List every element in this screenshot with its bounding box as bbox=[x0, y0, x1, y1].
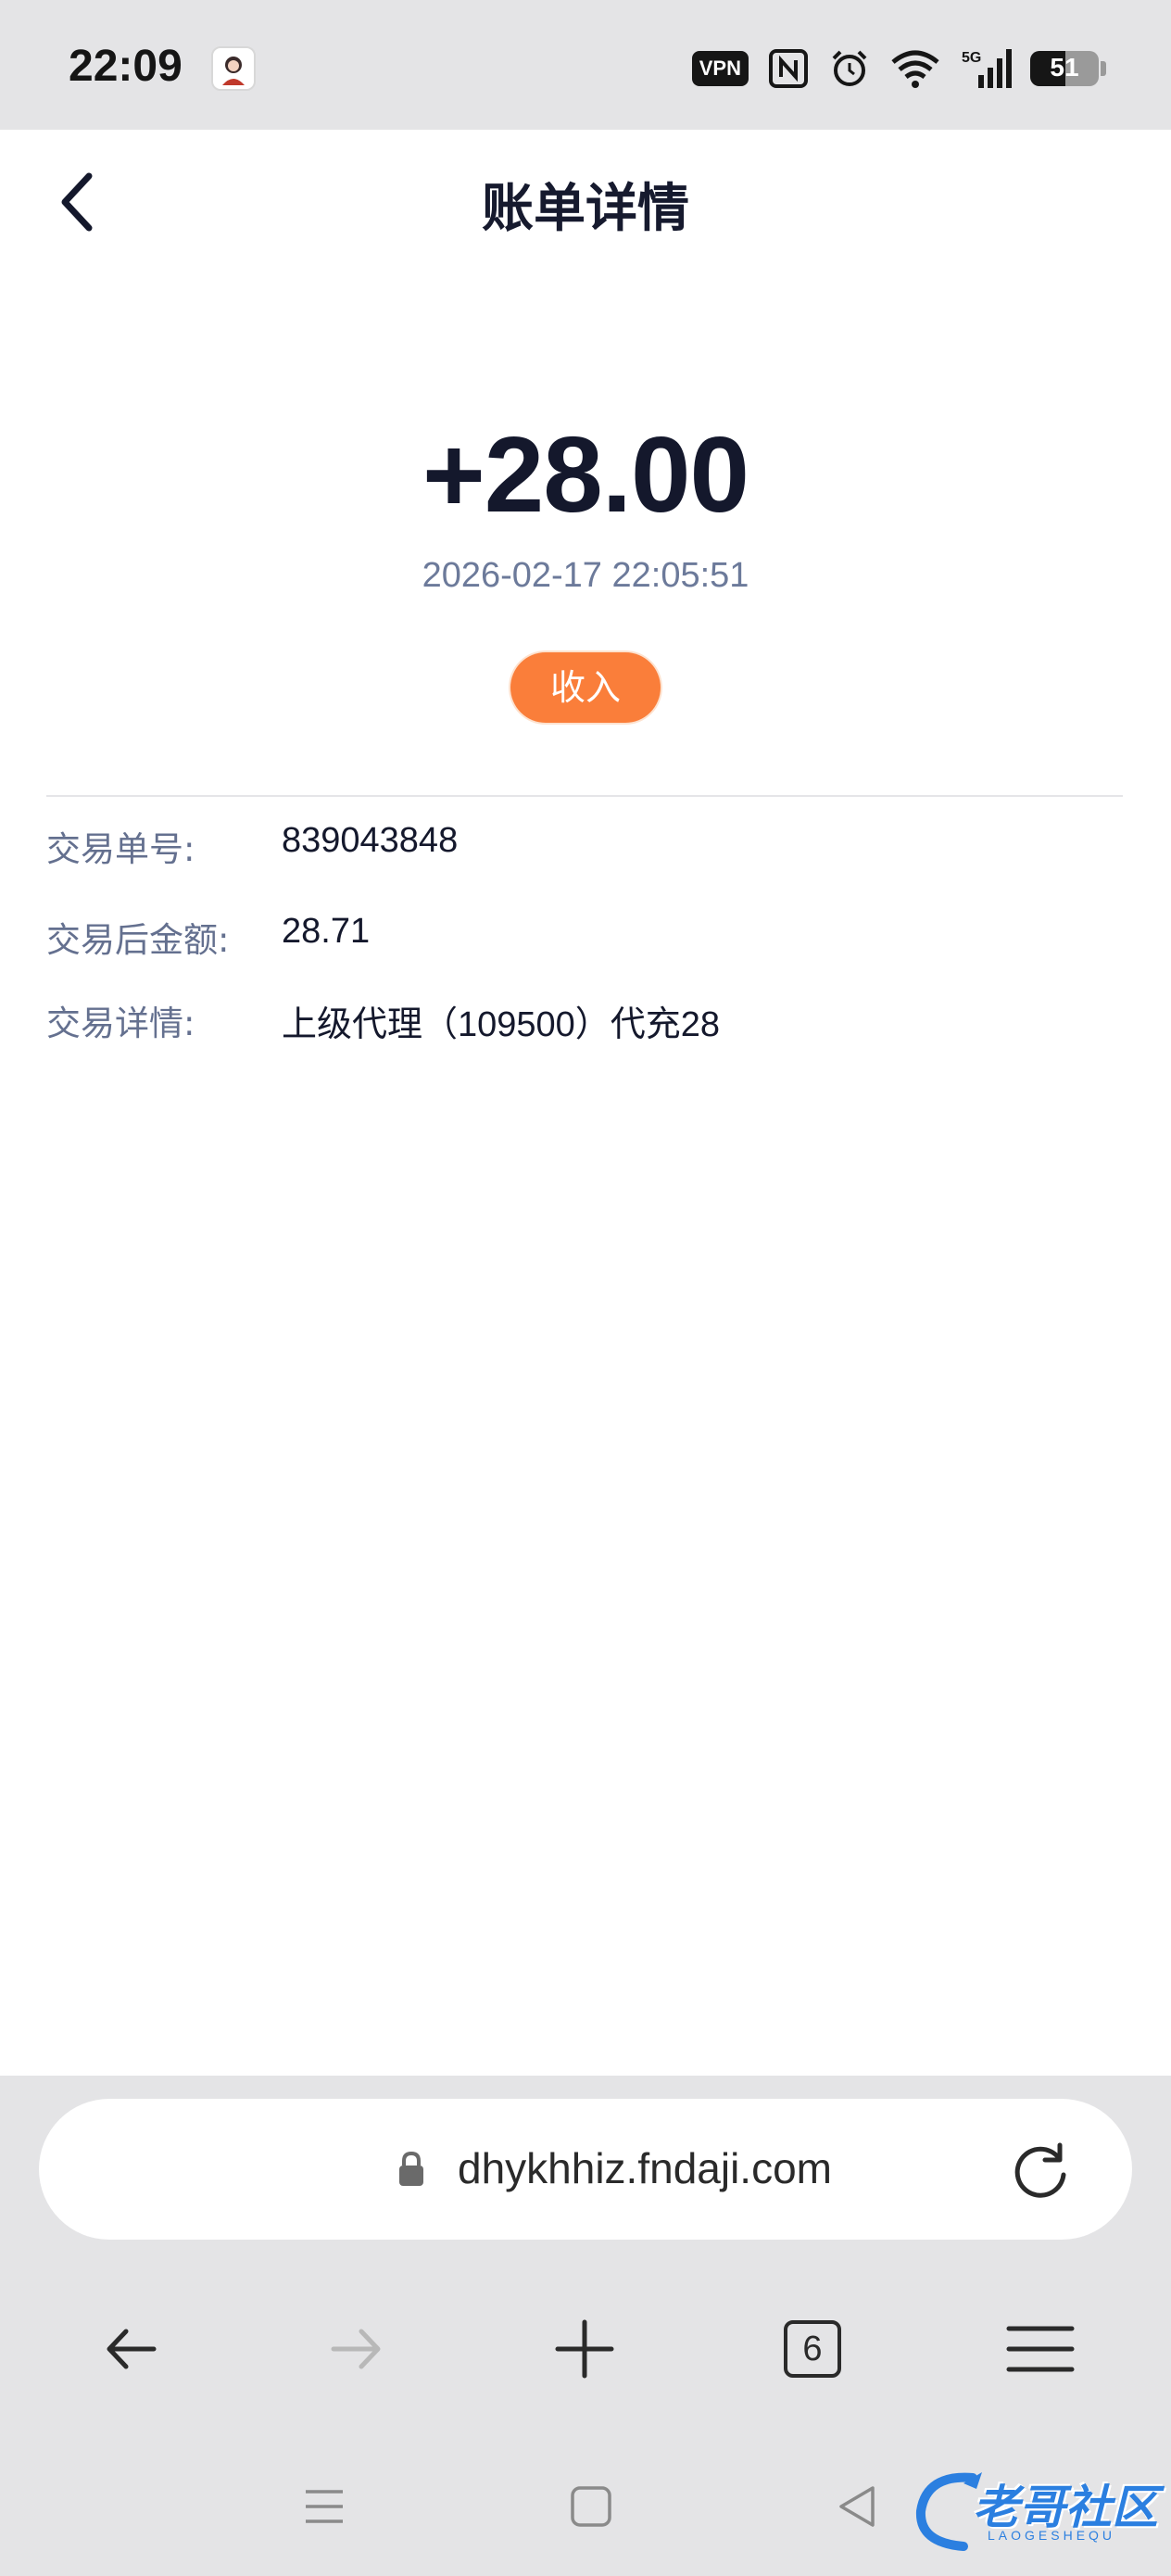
home-icon[interactable] bbox=[563, 2479, 619, 2534]
battery-level: 51 bbox=[1050, 53, 1079, 82]
battery-cap bbox=[1101, 61, 1106, 76]
browser-forward-button[interactable] bbox=[306, 2298, 408, 2400]
arrow-right-icon bbox=[331, 2329, 381, 2369]
detail-row-description: 交易详情: 上级代理（109500）代充28 bbox=[46, 995, 1121, 1051]
browser-nav: 6 bbox=[0, 2298, 1171, 2400]
battery-icon: 51 bbox=[1030, 51, 1099, 86]
watermark-subtext: LAOGESHEQU bbox=[988, 2528, 1116, 2543]
svg-text:5G: 5G bbox=[962, 50, 981, 66]
watermark-logo: 老哥社区 LAOGESHEQU bbox=[908, 2465, 1158, 2557]
tabs-button[interactable]: 6 bbox=[762, 2298, 863, 2400]
url-text: dhykhhiz.fndaji.com bbox=[458, 2144, 832, 2192]
new-tab-button[interactable] bbox=[534, 2298, 636, 2400]
reload-icon[interactable] bbox=[1008, 2138, 1073, 2203]
detail-label: 交易详情: bbox=[46, 1004, 195, 1043]
transaction-datetime: 2026-02-17 22:05:51 bbox=[422, 556, 749, 595]
status-icons: VPN 5G 51 bbox=[691, 44, 1106, 93]
signal-5g-icon: 5G bbox=[962, 49, 1012, 88]
app-header: 账单详情 bbox=[0, 130, 1171, 269]
transaction-amount: +28.00 bbox=[422, 414, 749, 535]
nfc-icon bbox=[769, 49, 808, 88]
recent-apps-icon[interactable] bbox=[296, 2479, 352, 2534]
lock-icon bbox=[399, 2151, 423, 2186]
detail-row-balance-after: 交易后金额: 28.71 bbox=[46, 912, 1121, 967]
alarm-icon bbox=[832, 50, 867, 86]
detail-row-order-number: 交易单号: 839043848 bbox=[46, 821, 1121, 877]
detail-label: 交易单号: bbox=[46, 829, 195, 869]
status-time: 22:09 bbox=[69, 42, 183, 91]
menu-button[interactable] bbox=[989, 2298, 1091, 2400]
detail-label: 交易后金额: bbox=[46, 920, 230, 960]
detail-value: 839043848 bbox=[282, 821, 459, 860]
divider bbox=[46, 795, 1123, 797]
browser-back-button[interactable] bbox=[80, 2298, 182, 2400]
detail-value: 28.71 bbox=[282, 912, 371, 951]
tab-count: 6 bbox=[784, 2320, 841, 2378]
back-triangle-icon[interactable] bbox=[830, 2479, 886, 2534]
status-bar: 22:09 VPN 5G 51 bbox=[0, 0, 1171, 130]
detail-value: 上级代理（109500）代充28 bbox=[282, 1005, 721, 1044]
notification-avatar-icon bbox=[211, 46, 256, 91]
address-bar[interactable]: dhykhhiz.fndaji.com bbox=[39, 2099, 1132, 2240]
vpn-icon: VPN bbox=[691, 51, 749, 86]
arrow-left-icon bbox=[107, 2329, 157, 2369]
page-title: 账单详情 bbox=[482, 179, 689, 239]
wifi-icon bbox=[891, 50, 939, 88]
hamburger-menu-icon bbox=[1006, 2326, 1075, 2372]
plus-icon bbox=[555, 2319, 614, 2379]
transaction-type-badge: 收入 bbox=[510, 652, 661, 723]
